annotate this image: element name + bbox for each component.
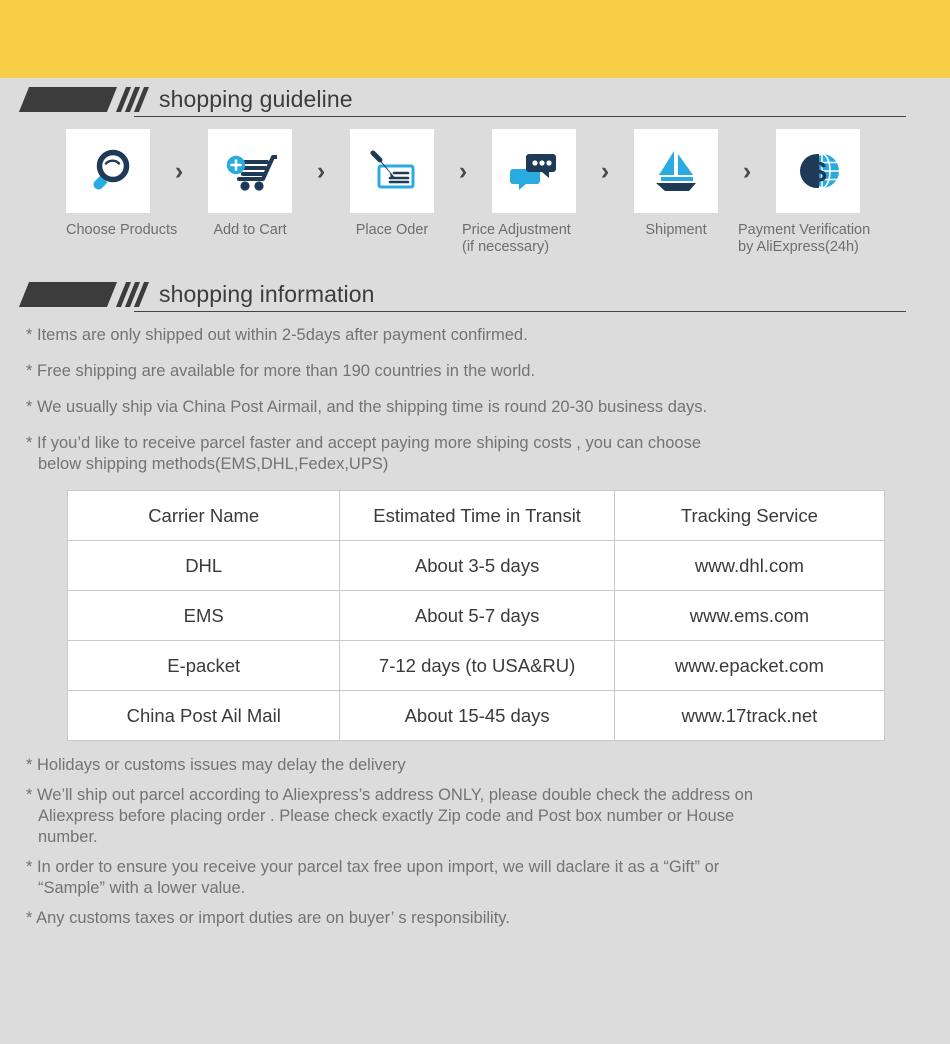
table-header-row: Carrier Name Estimated Time in Transit T…	[66, 490, 886, 541]
magnifier-icon	[82, 145, 134, 197]
chat-bubbles-icon	[507, 145, 561, 197]
step-label: Place Oder	[355, 222, 429, 238]
step-payment-verification[interactable]: $ Payment Verification by AliExpress(24h…	[738, 129, 870, 255]
heading-decoration	[18, 281, 150, 307]
step-icon-box	[208, 129, 292, 213]
chevron-right-icon-3: ›	[458, 156, 468, 185]
table-cell-carrier: E-packet	[66, 640, 341, 691]
step-label-line2: (if necessary)	[462, 238, 550, 255]
svg-text:$: $	[810, 156, 827, 189]
step-icon-box	[66, 129, 150, 213]
top-color-band	[0, 0, 950, 78]
step-shipment[interactable]: Shipment	[634, 129, 718, 239]
table-cell-tracking: www.17track.net	[613, 690, 886, 741]
shopping-information-header: shopping information	[0, 273, 950, 315]
table-cell-transit: About 15-45 days	[339, 690, 615, 741]
table-header-cell: Tracking Service	[613, 490, 886, 541]
step-label-line1: Payment Verification	[738, 222, 871, 238]
table-cell-carrier: DHL	[66, 540, 341, 591]
table-row: China Post Ail Mail About 15-45 days www…	[66, 690, 886, 741]
info-bullet: * We’ll ship out parcel according to Ali…	[26, 785, 926, 848]
table-cell-tracking: www.dhl.com	[613, 540, 886, 591]
info-bullet-continuation: “Sample” with a lower value.	[38, 879, 246, 897]
step-label: Payment Verification by AliExpress(24h)	[738, 222, 898, 255]
chevron-right-icon-2: ›	[316, 156, 326, 185]
chevron-right-icon-4: ›	[600, 156, 610, 185]
info-bullet-text: * Holidays or customs issues may delay t…	[26, 756, 406, 774]
step-icon-box	[492, 129, 576, 213]
info-bullet: * Free shipping are available for more t…	[26, 361, 926, 382]
shopping-information-title: shopping information	[159, 280, 375, 307]
table-cell-transit: About 5-7 days	[339, 590, 615, 641]
step-add-to-cart[interactable]: Add to Cart	[208, 129, 292, 239]
step-label: Add to Cart	[213, 222, 287, 238]
shipping-methods-table: Carrier Name Estimated Time in Transit T…	[66, 490, 886, 741]
chevron-right-icon-5: ›	[742, 156, 752, 185]
info-bullet: * In order to ensure you receive your pa…	[26, 857, 926, 899]
info-bullet: * Holidays or customs issues may delay t…	[26, 755, 926, 776]
info-bullet: * If you’d like to receive parcel faster…	[26, 433, 926, 475]
step-price-adjustment[interactable]: Price Adjustment (if necessary)	[462, 129, 576, 255]
table-cell-tracking: www.epacket.com	[613, 640, 886, 691]
info-bullet: * Items are only shipped out within 2-5d…	[26, 325, 926, 346]
heading-parallelogram	[18, 282, 118, 307]
heading-parallelogram	[18, 87, 118, 112]
table-cell-carrier: China Post Ail Mail	[66, 690, 341, 741]
info-bullets-top: * Items are only shipped out within 2-5d…	[0, 315, 950, 475]
step-icon-box: $	[776, 129, 860, 213]
info-bullet-text: * Any customs taxes or import duties are…	[26, 909, 510, 927]
table-cell-carrier: EMS	[66, 590, 341, 641]
info-bullets-bottom: * Holidays or customs issues may delay t…	[0, 741, 950, 929]
pen-signing-icon	[365, 145, 419, 197]
table-header-cell: Carrier Name	[66, 490, 341, 541]
info-bullet-text: * We usually ship via China Post Airmail…	[26, 398, 708, 416]
table-row: DHL About 3-5 days www.dhl.com	[66, 540, 886, 591]
info-bullet: * We usually ship via China Post Airmail…	[26, 397, 926, 418]
step-label: Price Adjustment (if necessary)	[462, 222, 607, 255]
step-icon-box	[634, 129, 718, 213]
step-label: Choose Products	[66, 222, 178, 238]
step-icon-box	[350, 129, 434, 213]
step-label-line2: by AliExpress(24h)	[738, 238, 859, 255]
add-to-cart-icon	[223, 145, 277, 197]
info-bullet-text: * We’ll ship out parcel according to Ali…	[26, 786, 754, 804]
shopping-guideline-header: shopping guideline	[0, 78, 950, 120]
table-cell-transit: 7-12 days (to USA&RU)	[339, 640, 615, 691]
heading-decoration	[18, 86, 150, 112]
sailboat-icon	[649, 145, 703, 197]
heading-underline	[134, 311, 906, 312]
step-label-line1: Price Adjustment	[462, 222, 571, 238]
info-bullet-continuation: Aliexpress before placing order . Please…	[38, 807, 735, 825]
info-bullet-text: * If you’d like to receive parcel faster…	[26, 434, 702, 452]
guideline-steps: Choose Products › Add to Cart › Place Od…	[0, 120, 950, 255]
dollar-globe-icon: $	[791, 145, 845, 197]
info-bullet-continuation: below shipping methods(EMS,DHL,Fedex,UPS…	[38, 455, 389, 473]
shopping-guideline-title: shopping guideline	[159, 85, 353, 112]
step-choose-products[interactable]: Choose Products	[66, 129, 178, 239]
table-header-cell: Estimated Time in Transit	[339, 490, 615, 541]
step-place-order[interactable]: Place Oder	[350, 129, 434, 239]
info-bullet-text: * Items are only shipped out within 2-5d…	[26, 326, 528, 344]
info-bullet-text: * Free shipping are available for more t…	[26, 362, 536, 380]
info-bullet: * Any customs taxes or import duties are…	[26, 908, 926, 929]
heading-underline	[134, 116, 906, 117]
chevron-right-icon-1: ›	[174, 156, 184, 185]
step-label: Shipment	[645, 222, 707, 238]
table-cell-transit: About 3-5 days	[339, 540, 615, 591]
info-bullet-continuation-2: number.	[38, 828, 98, 846]
table-row: E-packet 7-12 days (to USA&RU) www.epack…	[66, 640, 886, 691]
table-cell-tracking: www.ems.com	[613, 590, 886, 641]
table-row: EMS About 5-7 days www.ems.com	[66, 590, 886, 641]
info-bullet-text: * In order to ensure you receive your pa…	[26, 858, 720, 876]
